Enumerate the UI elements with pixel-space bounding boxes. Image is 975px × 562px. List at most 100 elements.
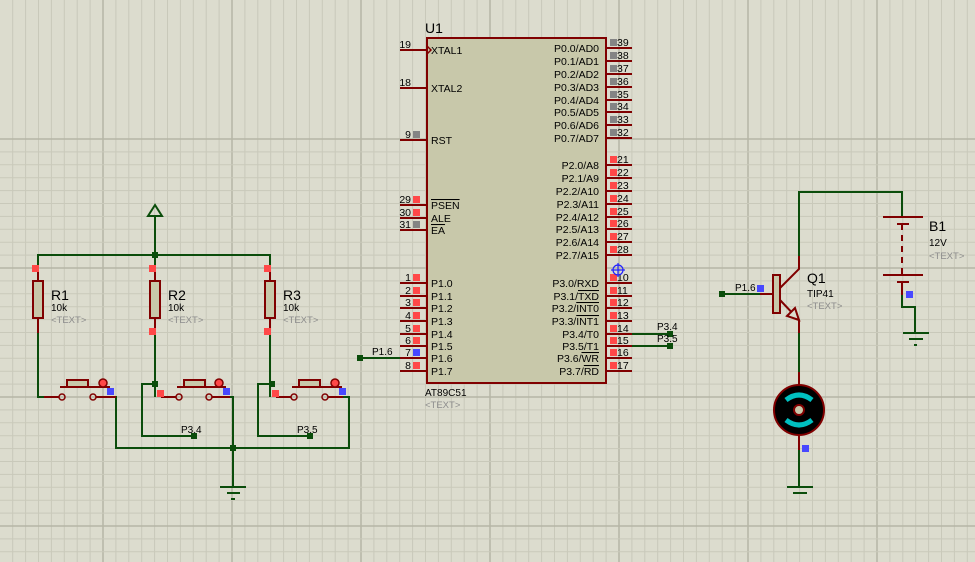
net-label-p3-5-switch: P3.5 (297, 425, 318, 436)
schematic-canvas[interactable]: U1 AT89C51 <TEXT> 19 XTAL1 18 XTAL2 9 RST 29 PS… (0, 0, 975, 562)
pin-33[interactable]: 33 (606, 114, 632, 126)
pin-label: P3.3/INT1 (552, 316, 599, 328)
pin-state-indicator (610, 103, 617, 110)
wire-battery-ground[interactable] (901, 295, 916, 333)
pin-number: 37 (617, 63, 629, 75)
b1-ref: B1 (929, 218, 946, 234)
pin-12[interactable]: 12 (606, 297, 632, 309)
pin-label: P1.6 (431, 353, 453, 365)
pin-36[interactable]: 36 (606, 76, 632, 88)
pin-1[interactable]: 1 (400, 272, 427, 284)
pin-number: 31 (399, 219, 411, 231)
pin-state-indicator (610, 91, 617, 98)
resistor-value: 10k (168, 303, 185, 314)
pin-number: 6 (405, 335, 411, 347)
actuator-icon[interactable] (98, 378, 108, 388)
pin-39[interactable]: 39 (606, 37, 632, 49)
pin-number: 14 (617, 323, 629, 335)
actuator-icon[interactable] (330, 378, 340, 388)
pin-number: 35 (617, 89, 629, 101)
pin-14[interactable]: 14 (606, 323, 632, 335)
u1-microcontroller[interactable]: U1 AT89C51 <TEXT> 19 XTAL118 XTAL29 RST29 PS… (399, 20, 632, 411)
pin-label: P1.3 (431, 316, 453, 328)
pin-25[interactable]: 25 (606, 206, 632, 218)
pin-label: P0.1/AD1 (554, 56, 599, 68)
pin-8[interactable]: 8 (400, 360, 427, 372)
pin-32[interactable]: 32 (606, 127, 632, 139)
resistor-r1[interactable]: R110k<TEXT> (32, 265, 87, 333)
pin-label: XTAL1 (431, 45, 462, 57)
pin-state-indicator (610, 156, 617, 163)
resistor-value: 10k (283, 303, 300, 314)
pin-31[interactable]: 31 (399, 219, 427, 231)
pin-18[interactable]: 18 (399, 77, 427, 89)
pin-state-indicator (413, 209, 420, 216)
pin-17[interactable]: 17 (606, 360, 632, 372)
pin-state-indicator (610, 299, 617, 306)
dc-motor[interactable] (773, 384, 825, 436)
pin-13[interactable]: 13 (606, 310, 632, 322)
pin-label: P3.7/RD (559, 366, 599, 378)
pin-number: 12 (617, 297, 629, 309)
resistor-r2[interactable]: R210k<TEXT> (149, 265, 204, 335)
pin-28[interactable]: 28 (606, 244, 632, 256)
pin-4[interactable]: 4 (400, 310, 427, 322)
pin-27[interactable]: 27 (606, 231, 632, 243)
pin-26[interactable]: 26 (606, 218, 632, 230)
resistor-r3[interactable]: R310k<TEXT> (264, 265, 319, 335)
net-label-p3-4-switch: P3.4 (181, 425, 202, 436)
resistor-ref: R2 (168, 287, 186, 303)
q1-part: TIP41 (807, 289, 834, 300)
pin-state-indicator (32, 265, 39, 272)
pin-state-indicator (264, 328, 271, 335)
pin-number: 2 (405, 285, 411, 297)
pin-number: 34 (617, 101, 629, 113)
pin-15[interactable]: 15 (606, 335, 632, 347)
pin-6[interactable]: 6 (400, 335, 427, 347)
pin-30[interactable]: 30 (399, 207, 427, 219)
wire-collector-battery[interactable] (798, 191, 903, 256)
pin-state-indicator (413, 274, 420, 281)
q1-ref: Q1 (807, 270, 826, 286)
pin-7[interactable]: 7 (400, 347, 427, 359)
pin-label: P0.0/AD0 (554, 43, 599, 55)
pin-state-indicator (610, 39, 617, 46)
pin-5[interactable]: 5 (400, 323, 427, 335)
pin-22[interactable]: 22 (606, 167, 632, 179)
pin-number: 26 (617, 218, 629, 230)
pin-38[interactable]: 38 (606, 50, 632, 62)
resistor-body (32, 280, 44, 319)
pin-10[interactable]: 10 (606, 272, 632, 284)
pin-state-indicator (264, 265, 271, 272)
pin-23[interactable]: 23 (606, 180, 632, 192)
pin-29[interactable]: 29 (399, 194, 427, 206)
pin-number: 30 (399, 207, 411, 219)
pin-state-indicator (413, 299, 420, 306)
pin-number: 16 (617, 347, 629, 359)
pin-state-indicator (610, 169, 617, 176)
pin-number: 39 (617, 37, 629, 49)
pin-9[interactable]: 9 (400, 129, 427, 141)
wire-r1-sw1[interactable] (37, 333, 46, 398)
pin-34[interactable]: 34 (606, 101, 632, 113)
pin-label: P3.6/WR (557, 353, 599, 365)
b1-battery[interactable]: B1 12V <TEXT> (883, 216, 965, 295)
b1-value: 12V (929, 238, 947, 249)
resistor-body (149, 280, 161, 319)
pin-state-indicator (413, 312, 420, 319)
pin-2[interactable]: 2 (400, 285, 427, 297)
pin-number: 7 (405, 347, 411, 359)
u1-part: AT89C51 (425, 388, 467, 399)
pin-label: P1.2 (431, 303, 453, 315)
pin-state-indicator (610, 116, 617, 123)
schematic[interactable]: U1 AT89C51 <TEXT> 19 XTAL118 XTAL29 RST29 PS… (0, 0, 975, 562)
pin-11[interactable]: 11 (606, 285, 632, 297)
pin-3[interactable]: 3 (400, 297, 427, 309)
pin-24[interactable]: 24 (606, 193, 632, 205)
pin-16[interactable]: 16 (606, 347, 632, 359)
pin-37[interactable]: 37 (606, 63, 632, 75)
actuator-icon[interactable] (214, 378, 224, 388)
pin-35[interactable]: 35 (606, 89, 632, 101)
pin-21[interactable]: 21 (606, 154, 632, 166)
pin-state-low (757, 285, 764, 292)
